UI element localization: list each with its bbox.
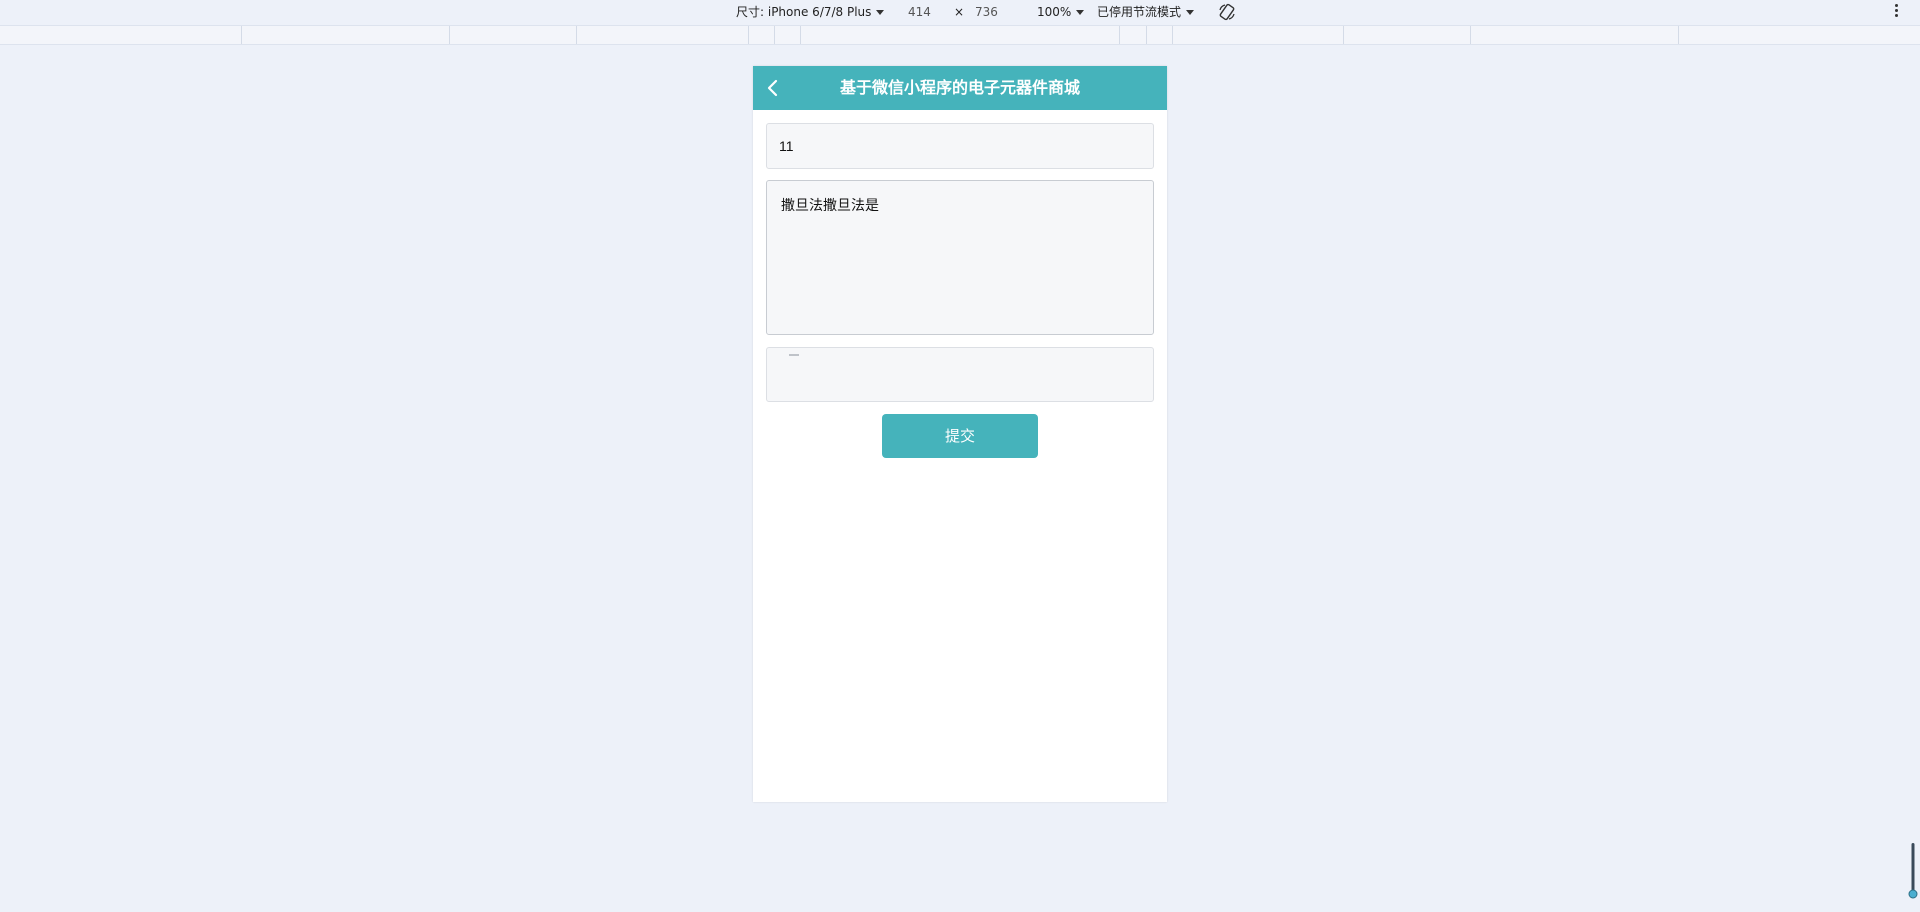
rotate-icon[interactable] <box>1217 2 1237 22</box>
ruler-tick <box>1172 26 1173 44</box>
ruler-tick <box>1119 26 1120 44</box>
throttle-label: 已停用节流模式 <box>1097 5 1182 19</box>
vertical-dots-icon[interactable] <box>1893 4 1899 20</box>
width-input[interactable]: 414 <box>908 4 931 20</box>
ruler-tick <box>800 26 801 44</box>
caret-down-icon <box>1076 10 1085 15</box>
ruler-tick <box>241 26 242 44</box>
submit-button[interactable]: 提交 <box>882 414 1038 458</box>
ruler-tick <box>576 26 577 44</box>
throttle-select[interactable]: 已停用节流模式 <box>1097 4 1195 20</box>
zoom-label: 100% <box>1037 5 1072 19</box>
device-select[interactable]: 尺寸: iPhone 6/7/8 Plus <box>736 4 885 20</box>
zoom-select[interactable]: 100% <box>1037 4 1085 20</box>
devtools-toolbar: 尺寸: iPhone 6/7/8 Plus 414 × 736 100% 已停用… <box>0 0 1920 25</box>
upload-placeholder-mark <box>789 354 799 356</box>
ruler-tick <box>1470 26 1471 44</box>
height-input[interactable]: 736 <box>975 4 998 20</box>
ruler-tick <box>774 26 775 44</box>
scroll-indicator[interactable] <box>1908 842 1918 900</box>
caret-down-icon <box>876 10 885 15</box>
dimension-separator: × <box>954 5 965 19</box>
ruler-tick <box>449 26 450 44</box>
page-title: 基于微信小程序的电子元器件商城 <box>839 78 1080 97</box>
title-input[interactable]: 11 <box>766 123 1154 169</box>
phone-viewport: 基于微信小程序的电子元器件商城 11 撒旦法撒旦法是 提交 <box>753 66 1167 802</box>
ruler-tick <box>1343 26 1344 44</box>
ruler-tick <box>748 26 749 44</box>
content-textarea[interactable]: 撒旦法撒旦法是 <box>766 180 1154 335</box>
caret-down-icon <box>1186 10 1195 15</box>
media-query-ruler <box>0 25 1920 45</box>
ruler-tick <box>1678 26 1679 44</box>
image-upload-field[interactable] <box>766 347 1154 402</box>
ruler-tick <box>1146 26 1147 44</box>
device-label: 尺寸: iPhone 6/7/8 Plus <box>736 5 872 19</box>
navigation-bar: 基于微信小程序的电子元器件商城 <box>753 66 1167 110</box>
